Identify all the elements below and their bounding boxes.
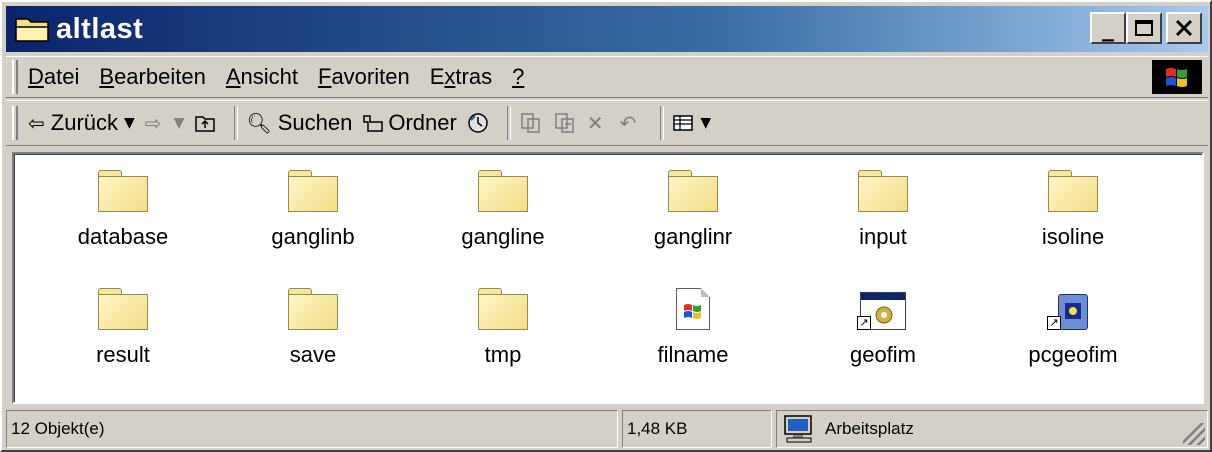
maximize-button[interactable]: [1126, 12, 1162, 44]
search-icon: 🔍︎: [246, 111, 272, 135]
file-name: database: [77, 224, 169, 249]
folder-icon: [667, 162, 719, 212]
file-item[interactable]: result: [28, 280, 218, 398]
status-location-label: Arbeitsplatz: [825, 419, 914, 438]
search-button[interactable]: 🔍︎ Suchen: [246, 110, 352, 136]
file-item[interactable]: isoline: [978, 162, 1168, 280]
folder-icon: [97, 280, 149, 330]
file-name: ganglinb: [271, 224, 355, 249]
file-name: geofim: [849, 342, 917, 367]
folder-icon: [477, 280, 529, 330]
move-to-button[interactable]: [519, 112, 543, 134]
menu-datei[interactable]: Datei: [28, 64, 79, 90]
status-bar: 12 Objekt(e) 1,48 KB Arbeitsplatz: [6, 410, 1208, 448]
folder-icon: [1047, 162, 1099, 212]
up-folder-icon: [195, 116, 216, 132]
file-item[interactable]: gangline: [408, 162, 598, 280]
file-item[interactable]: database: [28, 162, 218, 280]
delete-button[interactable]: ✕: [587, 111, 610, 135]
arrow-right-icon: ⇨: [144, 111, 162, 135]
folder-open-icon: [14, 15, 50, 43]
menu-grip[interactable]: [12, 60, 18, 94]
file-name: isoline: [1041, 224, 1105, 249]
minimize-button[interactable]: _: [1090, 12, 1126, 44]
toolbar-grip[interactable]: [12, 106, 18, 140]
maximize-icon: [1135, 20, 1153, 36]
file-name: save: [289, 342, 337, 367]
window-title: altlast: [56, 12, 144, 45]
chevron-down-icon[interactable]: ▼: [174, 115, 185, 131]
file-name: result: [96, 342, 150, 367]
delete-icon: ✕: [586, 111, 604, 135]
toolbar-separator: [660, 106, 665, 140]
file-list-view[interactable]: database ganglinb gangline ganglinr input iso…: [12, 152, 1204, 404]
application-shortcut-icon: ↗: [857, 280, 909, 330]
close-button[interactable]: [1166, 12, 1202, 44]
file-grid: database ganglinb gangline ganglinr input iso…: [14, 154, 1202, 398]
back-button[interactable]: ⇦ Zurück ▼: [28, 110, 135, 136]
file-item[interactable]: ganglinr: [598, 162, 788, 280]
undo-icon: ↶: [619, 111, 637, 135]
folders-button[interactable]: Ordner: [362, 110, 457, 136]
status-location: Arbeitsplatz: [776, 410, 1208, 448]
folders-icon: [363, 115, 384, 132]
file-name: ganglinr: [653, 224, 733, 249]
toolbar: ⇦ Zurück ▼ ⇨ ▼ 🔍︎ Suchen Ordner ✕ ↶ ▼: [6, 100, 1208, 146]
views-button[interactable]: ▼: [672, 113, 711, 133]
explorer-window: altlast _ Datei Bearbeiten Ansicht Favor…: [0, 0, 1212, 452]
status-object-count: 12 Objekt(e): [6, 410, 618, 448]
windows-logo-icon: [1152, 60, 1202, 94]
chevron-down-icon[interactable]: ▼: [124, 115, 135, 131]
computer-icon: [784, 415, 812, 443]
copy-to-icon: [555, 113, 574, 133]
document-icon: [667, 280, 719, 330]
folder-icon: [287, 280, 339, 330]
close-icon: [1175, 19, 1193, 37]
menu-ansicht[interactable]: Ansicht: [226, 64, 298, 90]
file-item[interactable]: filname: [598, 280, 788, 398]
file-name: pcgeofim: [1028, 342, 1118, 367]
toolbar-separator: [234, 106, 239, 140]
file-name: filname: [657, 342, 729, 367]
toolbar-separator: [506, 106, 511, 140]
menu-bar: Datei Bearbeiten Ansicht Favoriten Extra…: [6, 56, 1208, 98]
menu-favoriten[interactable]: Favoriten: [318, 64, 410, 90]
file-item[interactable]: tmp: [408, 280, 598, 398]
resize-grip[interactable]: [1183, 423, 1205, 445]
menu-help[interactable]: ?: [512, 64, 524, 90]
folder-icon: [477, 162, 529, 212]
up-folder-button[interactable]: [194, 113, 216, 133]
history-icon: [468, 113, 488, 133]
file-item[interactable]: ganglinb: [218, 162, 408, 280]
undo-button[interactable]: ↶: [620, 111, 643, 135]
folder-icon: [97, 162, 149, 212]
status-size: 1,48 KB: [622, 410, 772, 448]
application-shortcut-icon: ↗: [1047, 280, 1099, 330]
arrow-left-icon: ⇦: [28, 111, 45, 135]
folder-icon: [857, 162, 909, 212]
menu-bearbeiten[interactable]: Bearbeiten: [99, 64, 205, 90]
views-icon: [673, 115, 694, 131]
file-item[interactable]: save: [218, 280, 408, 398]
copy-to-button[interactable]: [553, 112, 577, 134]
menu-extras[interactable]: Extras: [430, 64, 492, 90]
history-button[interactable]: [467, 112, 489, 134]
file-item[interactable]: ↗ geofim: [788, 280, 978, 398]
forward-button[interactable]: ⇨ ▼: [145, 111, 185, 135]
folder-icon: [287, 162, 339, 212]
file-item[interactable]: input: [788, 162, 978, 280]
file-name: gangline: [461, 224, 545, 249]
file-item[interactable]: ↗ pcgeofim: [978, 280, 1168, 398]
file-name: tmp: [484, 342, 522, 367]
file-name: input: [859, 224, 907, 249]
title-bar[interactable]: altlast _: [6, 6, 1208, 52]
move-to-icon: [521, 113, 540, 133]
chevron-down-icon[interactable]: ▼: [700, 115, 711, 131]
